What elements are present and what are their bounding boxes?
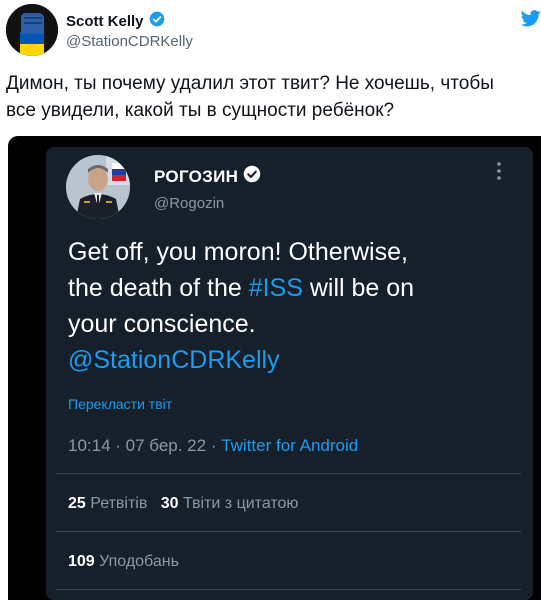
embedded-tweet: РОГОЗИН @Rogozin Get off, you moron! Oth… xyxy=(46,147,533,600)
author-handle[interactable]: @StationCDRKelly xyxy=(66,33,193,50)
likes-count[interactable]: 109 xyxy=(68,553,95,570)
quotes-label[interactable]: Твіти з цитатою xyxy=(183,495,298,512)
display-name-text: Scott Kelly xyxy=(66,12,144,30)
fist-flag-avatar-icon xyxy=(6,4,58,56)
tweet-meta: 10:14 · 07 бер. 22 · Twitter for Android xyxy=(68,436,358,456)
embedded-avatar[interactable] xyxy=(66,155,130,219)
likes-label[interactable]: Уподобань xyxy=(99,553,179,570)
outer-tweet-line-1: Димон, ты почему удалил этот твит? Не хо… xyxy=(6,73,494,94)
quotes-count[interactable]: 30 xyxy=(161,495,179,512)
divider xyxy=(56,589,521,590)
embedded-author-handle[interactable]: @Rogozin xyxy=(154,195,224,212)
retweets-count[interactable]: 25 xyxy=(68,495,86,512)
outer-tweet-header: Scott Kelly @StationCDRKelly xyxy=(0,0,541,68)
retweets-label[interactable]: Ретвітів xyxy=(90,495,147,512)
embedded-author-name[interactable]: РОГОЗИН xyxy=(154,165,261,188)
retweets-quotes-row: 25 Ретвітів 30 Твіти з цитатою xyxy=(68,495,298,513)
avatar[interactable] xyxy=(6,4,58,56)
embedded-tweet-text: Get off, you moron! Otherwise, the death… xyxy=(68,234,528,378)
outer-tweet-line-2: все увидели, какой ты в сущности ребёнок… xyxy=(6,100,395,121)
embedded-text-line-2: the death of the #ISS will be on xyxy=(68,270,528,306)
tweet-source-link[interactable]: Twitter for Android xyxy=(221,436,358,455)
embedded-display-name-text: РОГОЗИН xyxy=(154,166,239,186)
hashtag-link-iss[interactable]: #ISS xyxy=(249,274,303,302)
embedded-verified-badge-icon xyxy=(243,165,261,188)
translate-tweet-link[interactable]: Перекласти твіт xyxy=(68,396,172,412)
divider xyxy=(56,531,521,532)
embedded-text-line-3: your conscience. xyxy=(68,310,256,338)
mention-link-stationcdrkelly[interactable]: @StationCDRKelly xyxy=(68,342,528,378)
author-name[interactable]: Scott Kelly xyxy=(66,11,165,31)
embedded-text-line-2-prefix: the death of the xyxy=(68,274,249,302)
twitter-bird-icon[interactable] xyxy=(520,10,541,32)
divider xyxy=(56,473,521,474)
more-vertical-icon[interactable] xyxy=(496,161,502,185)
likes-row: 109 Уподобань xyxy=(68,553,179,571)
embedded-text-line-2-suffix: will be on xyxy=(302,274,415,302)
outer-tweet-text: Димон, ты почему удалил этот твит? Не хо… xyxy=(6,70,541,124)
verified-badge-icon xyxy=(149,11,165,31)
embedded-text-line-1: Get off, you moron! Otherwise, xyxy=(68,238,408,266)
portrait-avatar-icon xyxy=(66,155,130,219)
tweet-timestamp[interactable]: 10:14 · 07 бер. 22 · xyxy=(68,436,221,455)
